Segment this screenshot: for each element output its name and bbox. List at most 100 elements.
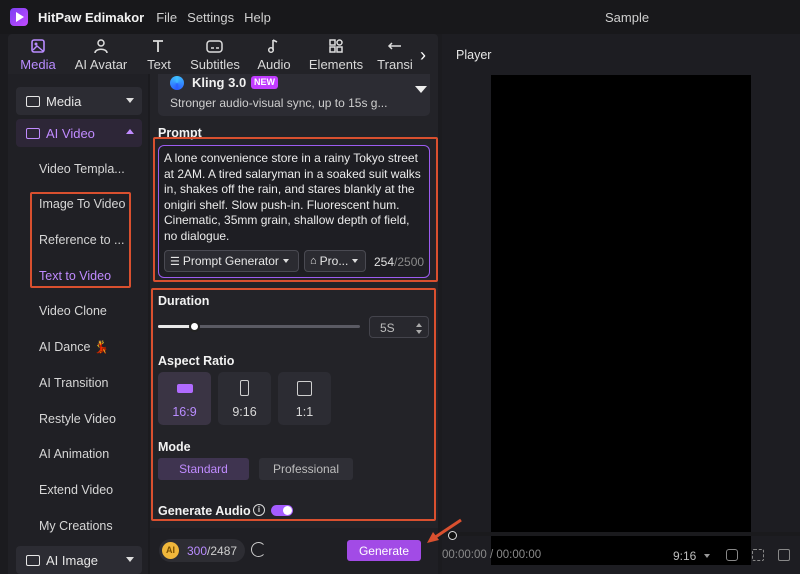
- duration-slider-handle[interactable]: [189, 321, 201, 332]
- chevron-down-icon: [126, 98, 134, 103]
- prompt-generator-button[interactable]: ☰ Prompt Generator: [164, 250, 299, 272]
- info-icon[interactable]: i: [253, 504, 265, 516]
- menu-settings[interactable]: Settings: [187, 10, 234, 25]
- coin-icon: AI: [162, 542, 179, 559]
- player-panel: Player 00:00:00 / 00:00:00 9:16: [442, 34, 800, 574]
- sidebar-section-label: AI Image: [46, 552, 99, 568]
- avatar-icon: [91, 36, 111, 56]
- tab-media[interactable]: Media: [8, 34, 68, 74]
- refresh-icon[interactable]: [251, 542, 266, 557]
- magic-wand-icon: ☰: [170, 255, 180, 268]
- aspect-ratio-label: 1:1: [295, 405, 314, 419]
- aspect-ratio-1-1[interactable]: 1:1: [278, 372, 331, 425]
- mode-standard-button[interactable]: Standard: [158, 458, 249, 480]
- credits-balance: AI 300 /2487: [159, 539, 245, 562]
- player-aspect-ratio[interactable]: 9:16: [673, 549, 696, 563]
- duration-stepper[interactable]: 5S: [369, 316, 429, 338]
- sidebar-section-label: AI Video: [46, 125, 95, 141]
- tab-label: Elements: [308, 57, 364, 72]
- media-icon: [28, 36, 48, 56]
- sidebar-item-my-creations[interactable]: My Creations: [39, 519, 113, 533]
- sidebar-item-text-to-video[interactable]: Text to Video: [39, 269, 111, 283]
- prompt-generator-label: Prompt Generator: [182, 254, 279, 268]
- tab-ai-avatar[interactable]: AI Avatar: [68, 34, 134, 74]
- prompt-input[interactable]: A lone convenience store in a rainy Toky…: [158, 145, 430, 278]
- sidebar-item-video-clone[interactable]: Video Clone: [39, 304, 107, 318]
- media-folder-icon: [26, 95, 40, 107]
- feature-tabs: Media AI Avatar Text Subtitles Audio Ele…: [8, 34, 438, 74]
- kling-logo-icon: [170, 76, 184, 90]
- landscape-icon: [177, 384, 193, 393]
- video-preview: [491, 75, 751, 565]
- prompt-preset-button[interactable]: ⌂ Pro...: [304, 250, 366, 272]
- sidebar-item-restyle-video[interactable]: Restyle Video: [39, 412, 116, 426]
- sidebar-item-video-templates[interactable]: Video Templa...: [39, 162, 125, 176]
- tab-label: AI Avatar: [74, 57, 128, 72]
- scrubber-handle[interactable]: [448, 531, 457, 540]
- aspect-ratio-9-16[interactable]: 9:16: [218, 372, 271, 425]
- prompt-preset-label: Pro...: [319, 254, 349, 268]
- aspect-ratio-label: 9:16: [232, 405, 257, 419]
- tab-text[interactable]: Text: [134, 34, 184, 74]
- chevron-down-icon[interactable]: [415, 86, 427, 93]
- model-selector[interactable]: Kling 3.0 NEW Stronger audio-visual sync…: [158, 74, 430, 116]
- sidebar-section-ai-image[interactable]: AI Image: [16, 546, 142, 574]
- char-count: 254/2500: [374, 255, 425, 269]
- player-title: Player: [456, 48, 492, 62]
- sidebar-section-label: Media: [46, 93, 82, 109]
- generate-bar: AI 300 /2487 Generate: [150, 528, 438, 574]
- ai-image-icon: [26, 554, 40, 566]
- tabs-next-chevron-icon[interactable]: ›: [413, 40, 433, 70]
- generate-audio-toggle[interactable]: [271, 505, 293, 516]
- menu-help[interactable]: Help: [244, 10, 271, 25]
- sidebar-section-media[interactable]: Media: [16, 87, 142, 115]
- aspect-ratio-16-9[interactable]: 16:9: [158, 372, 211, 425]
- sidebar-section-ai-video[interactable]: AI Video: [16, 119, 142, 147]
- sidebar-item-ai-transition[interactable]: AI Transition: [39, 376, 108, 390]
- model-description: Stronger audio-visual sync, up to 15s g.…: [170, 96, 388, 110]
- tab-subtitles[interactable]: Subtitles: [184, 34, 246, 74]
- mode-professional-button[interactable]: Professional: [259, 458, 353, 480]
- model-name: Kling 3.0: [192, 75, 247, 90]
- camera-snapshot-icon[interactable]: [726, 549, 738, 561]
- text-to-video-panel: Kling 3.0 NEW Stronger audio-visual sync…: [150, 74, 438, 574]
- stepper-up-icon[interactable]: [416, 323, 422, 327]
- transition-icon: [385, 36, 405, 56]
- sidebar-item-ai-dance[interactable]: AI Dance 💃: [39, 340, 109, 355]
- prompt-title: Prompt: [158, 126, 202, 140]
- text-icon: [149, 36, 169, 56]
- duration-slider[interactable]: [158, 321, 360, 332]
- crop-icon[interactable]: [752, 549, 764, 561]
- fullscreen-icon[interactable]: [778, 549, 790, 561]
- tab-label: Transi: [377, 57, 413, 72]
- chevron-down-icon: [126, 557, 134, 562]
- tab-audio[interactable]: Audio: [246, 34, 302, 74]
- sidebar-item-image-to-video[interactable]: Image To Video: [39, 197, 125, 211]
- menu-file[interactable]: File: [156, 10, 177, 25]
- title-bar: HitPaw Edimakor File Settings Help Sampl…: [0, 0, 800, 34]
- project-name: Sample: [605, 10, 650, 25]
- player-scrubber[interactable]: [442, 532, 800, 536]
- chevron-up-icon: [126, 129, 134, 134]
- tab-elements[interactable]: Elements: [302, 34, 370, 74]
- elements-icon: [326, 36, 346, 56]
- square-icon: [297, 381, 312, 396]
- stepper-down-icon[interactable]: [416, 330, 422, 334]
- sidebar-item-reference-to-video[interactable]: Reference to ...: [39, 233, 124, 247]
- generate-button[interactable]: Generate: [347, 540, 421, 561]
- new-badge: NEW: [251, 76, 278, 89]
- tab-label: Text: [147, 57, 171, 72]
- ai-video-icon: [26, 127, 40, 139]
- tab-label: Audio: [257, 57, 291, 72]
- generate-audio-label: Generate Audio: [158, 504, 251, 518]
- app-name: HitPaw Edimakor: [38, 9, 145, 25]
- chevron-down-icon: [352, 259, 359, 263]
- sidebar-item-ai-animation[interactable]: AI Animation: [39, 447, 109, 461]
- portrait-icon: [240, 380, 249, 396]
- player-timecode: 00:00:00 / 00:00:00: [442, 549, 542, 561]
- chevron-down-icon: [282, 259, 289, 263]
- tab-label: Subtitles: [190, 57, 240, 72]
- prompt-text[interactable]: A lone convenience store in a rainy Toky…: [164, 151, 426, 245]
- sidebar-item-extend-video[interactable]: Extend Video: [39, 483, 113, 497]
- aspect-ratio-title: Aspect Ratio: [158, 354, 235, 368]
